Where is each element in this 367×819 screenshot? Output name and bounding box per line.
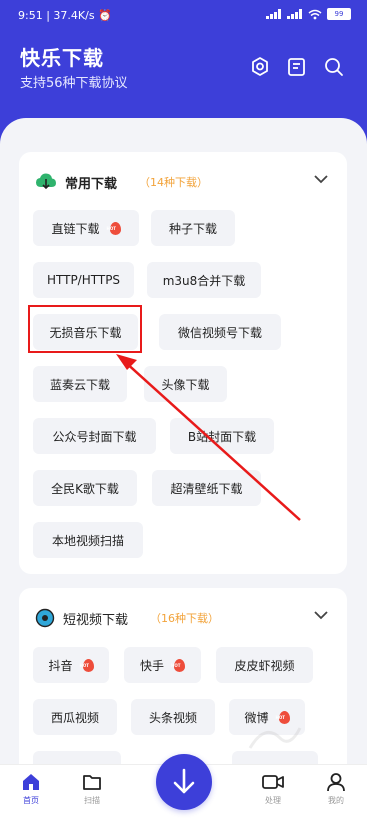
common-section-title: 常用下载 bbox=[65, 176, 118, 192]
chip-label: 微信视频号下载 bbox=[177, 325, 262, 340]
chip-label: HTTP/HTTPS bbox=[46, 273, 121, 287]
chip-label: 蓝奏云下载 bbox=[49, 377, 110, 392]
chip-direct-download[interactable]: 直链下载 bbox=[33, 210, 139, 246]
chip-label: 本地视频扫描 bbox=[51, 533, 124, 548]
chip-local-video-scan[interactable]: 本地视频扫描 bbox=[33, 522, 143, 558]
status-icons: 99 bbox=[266, 8, 351, 20]
chevron-down-icon[interactable] bbox=[313, 174, 329, 184]
chip-label: 快手 bbox=[139, 658, 164, 673]
chip-label: 头像下载 bbox=[161, 377, 210, 392]
app-subtitle: 支持56种下载协议 bbox=[20, 76, 128, 91]
wifi-icon bbox=[308, 9, 322, 19]
chevron-down-icon[interactable] bbox=[313, 610, 329, 620]
common-section-count: （14种下载） bbox=[139, 176, 209, 189]
chip-label: 头条视频 bbox=[148, 710, 197, 725]
tab-process[interactable]: 处理 bbox=[253, 771, 293, 806]
watermark-logo bbox=[248, 727, 302, 749]
download-fab-button[interactable] bbox=[156, 754, 212, 810]
chip-label: B站封面下载 bbox=[187, 429, 257, 444]
short-video-section-title: 短视频下载 bbox=[63, 612, 129, 628]
signal-icon-2 bbox=[287, 9, 303, 19]
chip-douyin[interactable]: 抖音 bbox=[33, 647, 109, 683]
signal-icon bbox=[266, 9, 282, 19]
status-time: 9:51 | 37.4K/s ⏰ bbox=[18, 9, 112, 22]
chip-http-https[interactable]: HTTP/HTTPS bbox=[33, 262, 134, 298]
hot-icon bbox=[171, 658, 185, 672]
tab-mine-label: 我的 bbox=[328, 796, 344, 805]
chip-partial-row bbox=[33, 751, 121, 765]
folder-icon bbox=[83, 775, 101, 790]
home-icon bbox=[23, 774, 39, 790]
short-video-card-header[interactable]: 短视频下载 （16种下载） bbox=[35, 608, 219, 628]
tab-mine[interactable]: 我的 bbox=[316, 771, 356, 806]
cloud-download-icon bbox=[36, 173, 56, 190]
chip-label: 直链下载 bbox=[51, 221, 100, 236]
video-circle-icon bbox=[35, 608, 55, 628]
chip-label: 种子下载 bbox=[168, 221, 217, 236]
chip-m3u8-merge[interactable]: m3u8合并下载 bbox=[147, 262, 261, 298]
tab-home-label: 首页 bbox=[23, 796, 39, 805]
chip-kuaishou[interactable]: 快手 bbox=[124, 647, 201, 683]
notes-icon[interactable] bbox=[285, 55, 309, 79]
chip-hd-wallpaper[interactable]: 超清壁纸下载 bbox=[152, 470, 261, 506]
search-icon[interactable] bbox=[322, 55, 346, 79]
tab-scan-label: 扫描 bbox=[84, 796, 100, 805]
chip-label: 超清壁纸下载 bbox=[170, 481, 243, 496]
tab-home[interactable]: 首页 bbox=[11, 771, 51, 806]
chip-label: 全民K歌下载 bbox=[51, 481, 119, 496]
hot-icon bbox=[80, 658, 94, 672]
chip-label: 西瓜视频 bbox=[50, 710, 99, 725]
user-icon bbox=[327, 773, 345, 792]
download-arrow-icon bbox=[173, 768, 195, 794]
app-title: 快乐下载 bbox=[20, 46, 104, 70]
chip-label: m3u8合并下载 bbox=[162, 273, 246, 288]
chip-torrent-download[interactable]: 种子下载 bbox=[151, 210, 235, 246]
chip-toutiao[interactable]: 头条视频 bbox=[131, 699, 215, 735]
battery-icon: 99 bbox=[327, 8, 351, 20]
status-bar: 9:51 | 37.4K/s ⏰ 99 bbox=[0, 0, 367, 30]
chip-avatar[interactable]: 头像下载 bbox=[144, 366, 227, 402]
settings-icon[interactable] bbox=[248, 55, 272, 79]
chip-lanzou-cloud[interactable]: 蓝奏云下载 bbox=[33, 366, 127, 402]
short-video-section-count: （16种下载） bbox=[150, 612, 220, 625]
chip-wechat-video[interactable]: 微信视频号下载 bbox=[159, 314, 281, 350]
hot-icon bbox=[107, 221, 121, 235]
chip-bilibili-cover[interactable]: B站封面下载 bbox=[170, 418, 274, 454]
chip-label: 皮皮虾视频 bbox=[234, 658, 295, 673]
chip-pipixia[interactable]: 皮皮虾视频 bbox=[216, 647, 313, 683]
video-camera-icon bbox=[262, 775, 284, 789]
common-card-header[interactable]: 常用下载 （14种下载） bbox=[35, 172, 208, 192]
chip-label: 抖音 bbox=[48, 658, 73, 673]
tab-scan[interactable]: 扫描 bbox=[72, 771, 112, 806]
chip-kge-download[interactable]: 全民K歌下载 bbox=[33, 470, 137, 506]
tab-process-label: 处理 bbox=[265, 796, 281, 805]
chip-label: 公众号封面下载 bbox=[52, 429, 137, 444]
annotation-highlight-box bbox=[28, 305, 142, 353]
chip-official-account-cover[interactable]: 公众号封面下载 bbox=[33, 418, 156, 454]
chip-xigua[interactable]: 西瓜视频 bbox=[33, 699, 117, 735]
